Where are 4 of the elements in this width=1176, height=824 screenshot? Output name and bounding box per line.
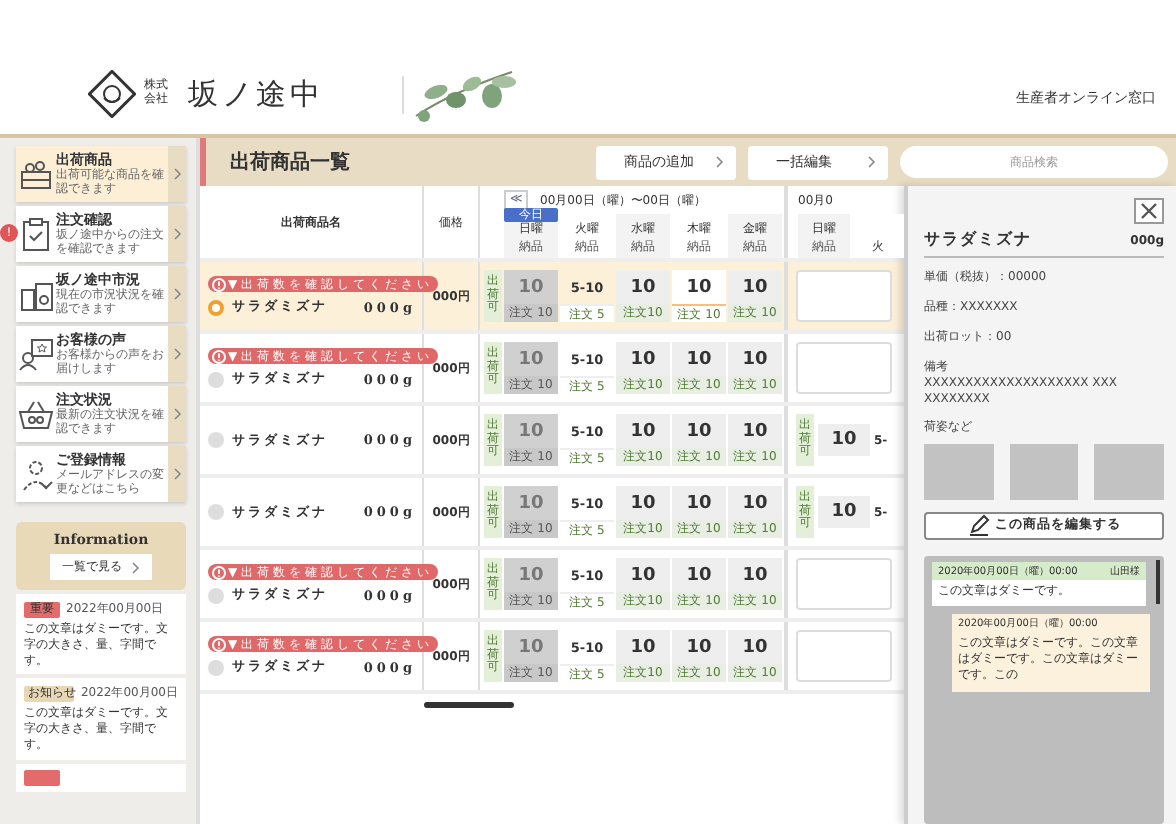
quantity-cell[interactable]: 10 (818, 424, 870, 456)
quantity-cell[interactable]: 10 (818, 496, 870, 528)
product-name: サラダミズナ (924, 228, 1032, 250)
company-name: 坂ノ途中 (180, 75, 404, 113)
